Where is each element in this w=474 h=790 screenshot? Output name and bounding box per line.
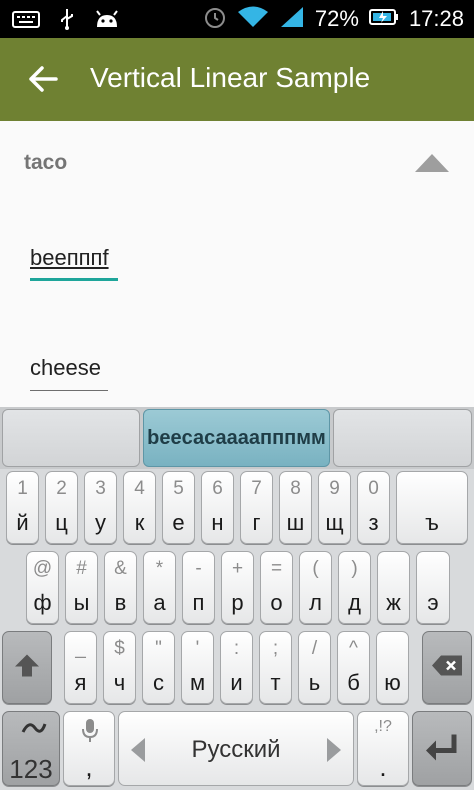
wifi-icon	[237, 5, 269, 34]
key-row1-11[interactable]: ъ	[396, 471, 468, 544]
key-row1-5[interactable]: 5е	[162, 471, 195, 544]
key-row3-9[interactable]: ю	[376, 631, 409, 704]
space-key[interactable]: Русский	[118, 711, 354, 786]
mic-icon	[81, 718, 99, 749]
shift-arrow-icon	[13, 652, 41, 683]
key-row2-8[interactable]: (л	[299, 551, 332, 624]
text-field-2[interactable]: cheese	[30, 355, 108, 391]
battery-charging-icon	[368, 7, 399, 32]
key-row3-5[interactable]: :и	[220, 631, 253, 704]
swype-icon	[21, 718, 47, 743]
suggestion-right[interactable]	[333, 409, 472, 467]
backspace-key[interactable]	[422, 631, 472, 704]
key-row2-11[interactable]: э	[416, 551, 450, 624]
comma-mic-key[interactable]: ,	[63, 711, 115, 786]
alarm-icon	[203, 5, 227, 34]
key-row2-2[interactable]: # ы	[65, 551, 98, 624]
suggestion-strip: beeсасаааапппмм	[0, 407, 474, 469]
text-field-1-value: beeпппf	[30, 245, 109, 270]
collapse-arrow-icon[interactable]	[414, 153, 450, 173]
back-arrow-icon[interactable]	[26, 62, 60, 96]
space-label: Русский	[191, 736, 281, 763]
key-row1-6[interactable]: 6н	[201, 471, 234, 544]
battery-percent: 72%	[314, 6, 359, 31]
signal-icon	[279, 5, 305, 34]
key-row2-9[interactable]: ) д	[338, 551, 371, 624]
soft-keyboard: beeсасаааапппмм 1й 2ц 3у 4к 5е 6н 7г 8ш …	[0, 407, 474, 790]
content-area: taco beeпппf cheese	[0, 121, 474, 407]
key-row3-8[interactable]: ^ б	[337, 631, 370, 704]
clock: 17:28	[408, 6, 464, 31]
key-row3-3[interactable]: " с	[142, 631, 175, 704]
enter-key[interactable]	[412, 711, 472, 786]
key-row2-3[interactable]: & в	[104, 551, 137, 624]
symbols-key[interactable]: 123	[2, 711, 60, 786]
page-title: Vertical Linear Sample	[90, 62, 371, 93]
key-row1-4[interactable]: 4к	[123, 471, 156, 544]
language-right-icon	[327, 738, 341, 762]
section-title[interactable]: taco	[24, 151, 67, 175]
key-row3-1[interactable]: _ я	[64, 631, 97, 704]
text-field-1[interactable]: beeпппf	[30, 245, 118, 281]
key-row2-4[interactable]: * а	[143, 551, 176, 624]
shift-key[interactable]	[2, 631, 52, 704]
suggestion-left[interactable]	[2, 409, 140, 467]
key-row1-3[interactable]: 3у	[84, 471, 117, 544]
key-row1-7[interactable]: 7г	[240, 471, 273, 544]
period-key[interactable]: ,!? .	[357, 711, 409, 786]
key-row2-5[interactable]: -п	[182, 551, 215, 624]
key-row2-7[interactable]: = о	[260, 551, 293, 624]
key-row1-1[interactable]: 1й	[6, 471, 39, 544]
key-row3-6[interactable]: ; т	[259, 631, 292, 704]
keyboard-icon	[12, 9, 40, 34]
key-row3-2[interactable]: $ ч	[103, 631, 136, 704]
app-bar: Vertical Linear Sample	[0, 38, 474, 121]
usb-icon	[58, 8, 76, 35]
key-row2-10[interactable]: ж	[377, 551, 410, 624]
key-row3-7[interactable]: / ь	[298, 631, 331, 704]
key-row2-6[interactable]: + р	[221, 551, 254, 624]
key-row1-8[interactable]: 8ш	[279, 471, 312, 544]
key-row2-1[interactable]: @ ф	[26, 551, 59, 624]
key-row1-10[interactable]: 0з	[357, 471, 390, 544]
android-icon	[94, 9, 120, 34]
backspace-icon	[431, 654, 463, 681]
text-field-2-value: cheese	[30, 355, 101, 380]
key-row3-4[interactable]: ' м	[181, 631, 214, 704]
suggestion-center[interactable]: beeсасаааапппмм	[143, 409, 330, 467]
key-row1-2[interactable]: 2ц	[45, 471, 78, 544]
enter-icon	[424, 732, 460, 765]
key-row1-9[interactable]: 9щ	[318, 471, 351, 544]
status-bar: 72% 17:28	[0, 0, 474, 38]
